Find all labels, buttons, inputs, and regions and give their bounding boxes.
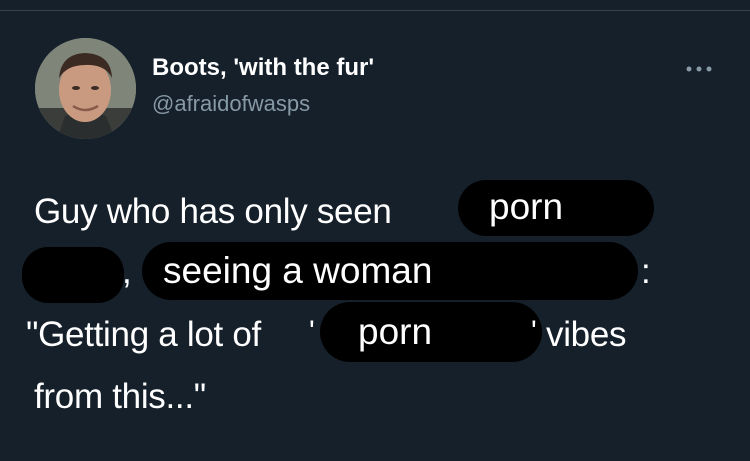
- overlay-text-2: seeing a woman: [163, 250, 433, 291]
- display-name[interactable]: Boots, 'with the fur': [152, 54, 374, 82]
- tweet-text-line-3-start: "Getting a lot of: [26, 315, 261, 354]
- tweet-text-line-3-end: vibes: [546, 315, 627, 354]
- avatar[interactable]: [35, 38, 136, 139]
- tweet-text-colon: :: [641, 252, 651, 291]
- tweet-text-line-4: from this...": [34, 377, 206, 416]
- overlay-text-1: porn: [489, 186, 564, 227]
- top-divider: [0, 10, 750, 11]
- tweet-text-quote-open: ': [309, 315, 315, 348]
- avatar-image: [35, 38, 136, 139]
- tweet-text-line-1: Guy who has only seen: [34, 192, 392, 231]
- overlay-text-3: porn: [358, 311, 433, 352]
- redaction-mark-2: [22, 247, 124, 303]
- more-horizontal-icon[interactable]: [684, 62, 714, 76]
- user-handle[interactable]: @afraidofwasps: [152, 91, 310, 117]
- tweet-text-comma: ,: [122, 252, 132, 291]
- tweet-text-quote-close: ': [531, 315, 537, 348]
